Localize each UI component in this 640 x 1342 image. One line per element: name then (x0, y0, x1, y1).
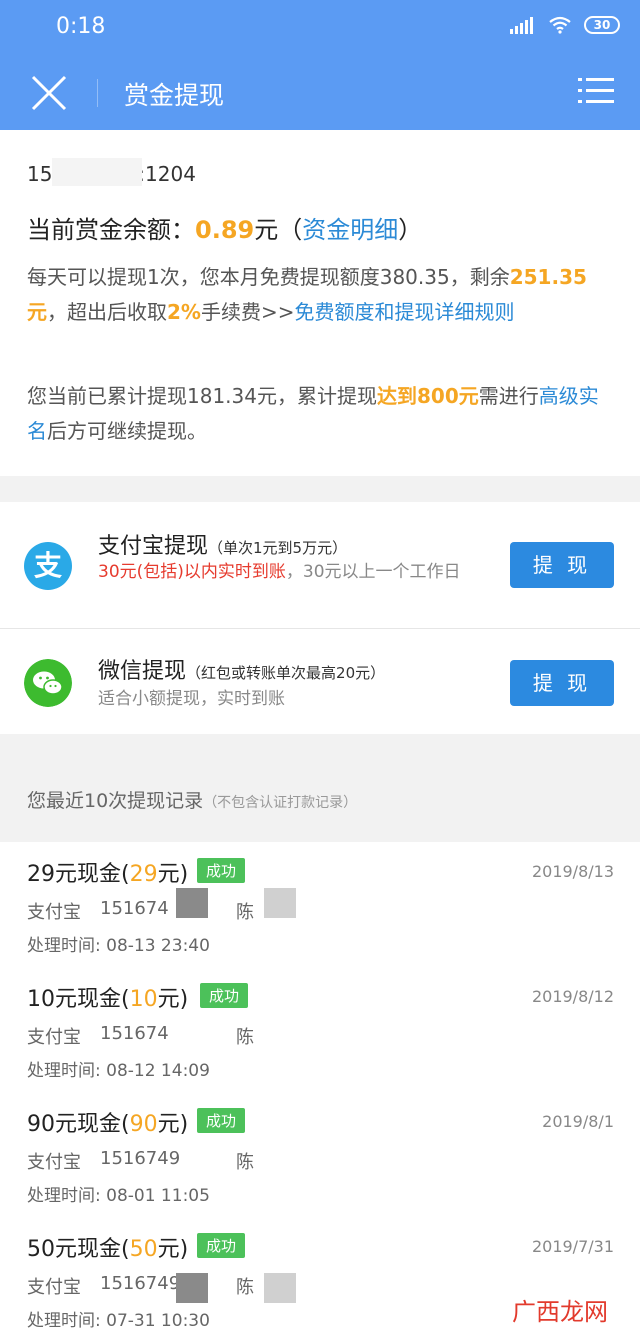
user-id-mask (52, 158, 142, 186)
withdraw-quota-text: 每天可以提现1次，您本月免费提现额度380.35，剩余251.35元，超出后收取… (27, 260, 617, 330)
withdraw-record[interactable]: 90元现金(90元) 成功 2019/8/1 支付宝 1516749 陈 处理时… (0, 1092, 640, 1218)
record-name: 陈 (236, 1277, 254, 1298)
record-date: 2019/7/31 (531, 1237, 614, 1256)
record-account-type: 支付宝 (27, 1152, 81, 1173)
wifi-icon (549, 16, 571, 34)
record-time: 处理时间: 08-12 14:09 (27, 1061, 210, 1081)
page-title: 赏金提现 (124, 81, 225, 110)
cumulative-threshold: 达到800元 (376, 384, 479, 408)
quota-text-c: 手续费>> (200, 300, 295, 324)
wechat-desc: 适合小额提现，实时到账 (98, 689, 285, 709)
privacy-mask (264, 1273, 296, 1303)
alipay-withdraw-button[interactable]: 提 现 (510, 542, 614, 588)
record-title: 50元现金(50元) (27, 1237, 189, 1262)
section-divider (0, 476, 640, 502)
record-title: 29元现金(29元) (27, 862, 189, 887)
battery-icon: 30 (584, 16, 620, 34)
status-badge: 成功 (197, 1233, 246, 1258)
record-account-type: 支付宝 (27, 902, 81, 923)
fee-rate: 2% (167, 300, 201, 324)
wechat-icon (24, 659, 72, 707)
withdraw-rules-link[interactable]: 免费额度和提现详细规则 (294, 300, 514, 324)
record-account-type: 支付宝 (27, 1277, 81, 1298)
balance-label: 当前赏金余额： (27, 216, 195, 244)
cumulative-text: 您当前已累计提现181.34元，累计提现达到800元需进行高级实名后方可继续提现… (27, 379, 617, 449)
record-name: 陈 (236, 902, 254, 923)
status-badge: 成功 (200, 983, 249, 1008)
cumulative-text-a: 您当前已累计提现181.34元，累计提现 (27, 384, 377, 408)
status-badge: 成功 (197, 858, 246, 883)
status-time: 0:18 (56, 14, 106, 39)
privacy-mask (264, 888, 296, 918)
nav-divider (97, 79, 98, 107)
record-account-number: 151674 (100, 898, 169, 919)
watermark-text: 广西龙网 (512, 1298, 608, 1326)
record-time: 处理时间: 07-31 10:30 (27, 1311, 210, 1331)
record-date: 2019/8/13 (531, 862, 614, 881)
record-name: 陈 (236, 1027, 254, 1048)
withdraw-record[interactable]: 29元现金(29元) 成功 2019/8/13 支付宝 151674 陈 处理时… (0, 842, 640, 968)
fund-detail-link[interactable]: 资金明细 (302, 216, 398, 244)
alipay-method: 支 支付宝提现（单次1元到5万元） 30元(包括)以内实时到账，30元以上一个工… (0, 502, 640, 629)
records-header: 您最近10次提现记录（不包含认证打款记录） (27, 790, 358, 812)
signal-icon (510, 16, 536, 34)
wechat-title: 微信提现（红包或转账单次最高20元） (98, 659, 386, 684)
paren-open: （ (278, 216, 303, 244)
privacy-mask (176, 1273, 208, 1303)
record-account-number: 151674 (100, 1023, 169, 1044)
quota-text-a: 每天可以提现1次，您本月免费提现额度380.35，剩余 (27, 265, 510, 289)
privacy-mask (176, 888, 208, 918)
alipay-icon: 支 (24, 542, 72, 590)
top-bar: 0:18 30 赏金提现 (0, 0, 640, 130)
balance-line: 当前赏金余额：0.89元（资金明细） (27, 210, 422, 245)
cumulative-text-b: 需进行 (478, 384, 539, 408)
record-name: 陈 (236, 1152, 254, 1173)
paren-close: ） (398, 216, 423, 244)
record-account-type: 支付宝 (27, 1027, 81, 1048)
menu-list-icon[interactable] (578, 76, 614, 106)
alipay-desc: 30元(包括)以内实时到账，30元以上一个工作日 (98, 562, 461, 582)
record-time: 处理时间: 08-13 23:40 (27, 936, 210, 956)
record-time: 处理时间: 08-01 11:05 (27, 1186, 210, 1206)
record-title: 90元现金(90元) (27, 1112, 189, 1137)
status-icons: 30 (510, 16, 620, 34)
cumulative-text-c: 后方可继续提现。 (47, 419, 207, 443)
status-badge: 成功 (197, 1108, 246, 1133)
alipay-title: 支付宝提现（单次1元到5万元） (98, 534, 348, 559)
record-date: 2019/8/12 (531, 987, 614, 1006)
wechat-withdraw-button[interactable]: 提 现 (510, 660, 614, 706)
wechat-method: 微信提现（红包或转账单次最高20元） 适合小额提现，实时到账 提 现 (0, 629, 640, 734)
record-account-number: 1516749 (100, 1273, 181, 1294)
balance-amount: 0.89 (195, 216, 255, 244)
quota-text-b: ，超出后收取 (47, 300, 167, 324)
balance-unit: 元 (254, 216, 279, 244)
record-date: 2019/8/1 (542, 1112, 614, 1131)
close-icon[interactable] (30, 74, 68, 112)
record-title: 10元现金(10元) (27, 987, 189, 1012)
withdraw-record[interactable]: 10元现金(10元) 成功 2019/8/12 支付宝 151674 陈 处理时… (0, 967, 640, 1093)
record-account-number: 1516749 (100, 1148, 181, 1169)
